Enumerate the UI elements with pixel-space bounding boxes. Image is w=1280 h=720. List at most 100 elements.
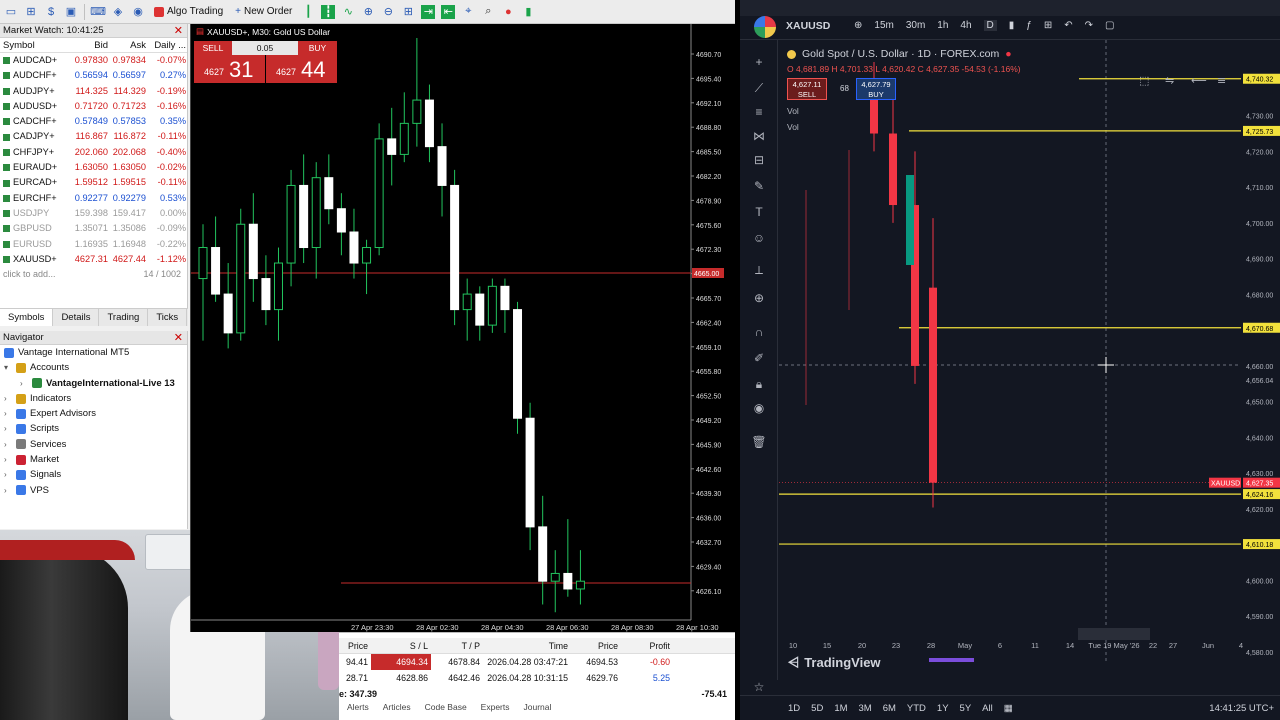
sell-price[interactable]: 4627 31 bbox=[194, 55, 265, 83]
market-watch-row[interactable]: AUDUSD+ 0.71720 0.71723 -0.16% bbox=[0, 99, 187, 114]
tf-1h[interactable]: 1h bbox=[937, 20, 948, 31]
lock-icon[interactable]: 🔒︎ bbox=[751, 376, 767, 392]
tf-4h[interactable]: 4h bbox=[960, 20, 971, 31]
range-button[interactable]: All bbox=[982, 703, 993, 714]
column-header[interactable]: Time bbox=[483, 638, 571, 653]
stop-loss[interactable]: 4694.34 bbox=[371, 654, 431, 670]
navigator-item[interactable]: › Services bbox=[0, 437, 187, 452]
signals-icon[interactable]: ◉ bbox=[131, 5, 145, 19]
column-header[interactable]: Symbol bbox=[0, 38, 72, 53]
market-watch-row[interactable]: CADJPY+ 116.867 116.872 -0.11% bbox=[0, 129, 187, 144]
pattern-icon[interactable]: ⋈ bbox=[751, 128, 767, 144]
tv-chart-canvas[interactable]: 4,740.32 4,730.00 4,725.73 4,720.00 4,710.00… bbox=[779, 40, 1280, 662]
line-chart-icon[interactable]: ∿ bbox=[341, 5, 355, 19]
text-icon[interactable]: T bbox=[751, 204, 767, 220]
market-icon[interactable]: $ bbox=[44, 5, 58, 19]
fib-icon[interactable]: ≡ bbox=[751, 104, 767, 120]
crosshair-icon[interactable]: ⌖ bbox=[461, 5, 475, 19]
market-watch-row[interactable]: CADCHF+ 0.57849 0.57853 0.35% bbox=[0, 114, 187, 129]
navigator-accounts[interactable]: ▾ Accounts bbox=[0, 360, 187, 375]
trend-line-icon[interactable]: ⟋ bbox=[751, 80, 767, 96]
market-watch-row[interactable]: EURCHF+ 0.92277 0.92279 0.53% bbox=[0, 191, 187, 206]
market-watch-row[interactable]: USDJPY 159.398 159.417 0.00% bbox=[0, 206, 187, 221]
algo-trading-button[interactable]: Algo Trading bbox=[151, 3, 226, 21]
new-order-button[interactable]: + New Order bbox=[232, 3, 295, 21]
navigator-item[interactable]: › Scripts bbox=[0, 421, 187, 436]
layout-icon[interactable]: ⊞ bbox=[1044, 20, 1052, 31]
zoom-icon[interactable]: ⊕ bbox=[751, 290, 767, 306]
toolbox-tab[interactable]: Experts bbox=[481, 702, 510, 712]
strategy-tester-icon[interactable]: ◈ bbox=[111, 5, 125, 19]
navigator-item[interactable]: › Indicators bbox=[0, 391, 187, 406]
trade-row[interactable]: 94.41 4694.34 4678.84 2026.04.28 03:47:21 46… bbox=[339, 654, 735, 670]
column-header[interactable]: Price bbox=[571, 638, 621, 653]
zoom-in-icon[interactable]: ⊕ bbox=[361, 5, 375, 19]
tf-d[interactable]: D bbox=[983, 20, 997, 31]
candles-icon[interactable]: ▮ bbox=[1009, 20, 1015, 31]
range-button[interactable]: 3M bbox=[859, 703, 872, 714]
indicators-icon[interactable]: ƒ bbox=[1026, 20, 1032, 31]
tab-details[interactable]: Details bbox=[53, 309, 100, 326]
magnet-icon[interactable]: ∩ bbox=[751, 324, 767, 340]
navigator-account[interactable]: › VantageInternational-Live 13 bbox=[0, 376, 187, 391]
market-watch-row[interactable]: EURUSD 1.16935 1.16948 -0.22% bbox=[0, 237, 187, 252]
tab-trading[interactable]: Trading bbox=[99, 309, 149, 326]
calendar-icon[interactable]: ▦ bbox=[1004, 703, 1013, 714]
toolbox-tab[interactable]: Journal bbox=[524, 702, 552, 712]
market-watch-row[interactable]: AUDCAD+ 0.97830 0.97834 -0.07% bbox=[0, 53, 187, 68]
range-button[interactable]: 5Y bbox=[960, 703, 972, 714]
market-watch-row[interactable]: XAUUSD+ 4627.31 4627.44 -1.12% bbox=[0, 252, 187, 267]
lot-size-input[interactable]: 0.05 bbox=[232, 41, 298, 55]
column-header[interactable]: S / L bbox=[371, 638, 431, 653]
browser-logo-icon[interactable] bbox=[754, 16, 776, 38]
market-watch-row[interactable]: AUDJPY+ 114.325 114.329 -0.19% bbox=[0, 84, 187, 99]
search-icon[interactable]: ⌕ bbox=[481, 5, 495, 19]
tab-symbols[interactable]: Symbols bbox=[0, 309, 54, 326]
undo-icon[interactable]: ↶ bbox=[1064, 20, 1072, 31]
navigator-root[interactable]: Vantage International MT5 bbox=[0, 345, 187, 360]
candle-chart-icon[interactable]: ┇ bbox=[321, 4, 336, 19]
ide-icon[interactable]: ⌨ bbox=[90, 5, 106, 19]
emoji-icon[interactable]: ☺ bbox=[751, 230, 767, 246]
eye-icon[interactable]: ◉ bbox=[751, 400, 767, 416]
tv-symbol-search[interactable]: XAUUSD bbox=[786, 20, 830, 32]
navigator-item[interactable]: › Market bbox=[0, 452, 187, 467]
column-header[interactable]: Bid bbox=[72, 38, 110, 53]
navigator-item[interactable]: › Signals bbox=[0, 467, 187, 482]
tradingview-logo[interactable]: ⩤ TradingView bbox=[788, 654, 881, 671]
ruler-icon[interactable]: ⟂ bbox=[751, 262, 767, 278]
column-header[interactable]: T / P bbox=[431, 638, 483, 653]
tv-sell-button[interactable]: 4,627.11 SELL bbox=[787, 78, 827, 100]
bar-chart-icon[interactable]: ┃ bbox=[301, 5, 315, 19]
tab-ticks[interactable]: Ticks bbox=[148, 309, 188, 326]
toolbox-tab[interactable]: Alerts bbox=[347, 702, 369, 712]
column-header[interactable]: Ask bbox=[110, 38, 148, 53]
chart-shift-icon[interactable]: ⇤ bbox=[441, 4, 456, 19]
market-watch-row[interactable]: EURCAD+ 1.59512 1.59515 -0.11% bbox=[0, 175, 187, 190]
auto-scroll-icon[interactable]: ⇥ bbox=[421, 4, 436, 19]
range-button[interactable]: YTD bbox=[907, 703, 926, 714]
trade-row[interactable]: 28.71 4628.86 4642.46 2026.04.28 10:31:15 46… bbox=[339, 670, 735, 686]
range-button[interactable]: 6M bbox=[883, 703, 896, 714]
tv-buy-button[interactable]: 4,627.79 BUY bbox=[856, 78, 896, 100]
range-button[interactable]: 1D bbox=[788, 703, 800, 714]
navigator-item[interactable]: › Expert Advisors bbox=[0, 406, 187, 421]
toolbox-tab[interactable]: Code Base bbox=[425, 702, 467, 712]
crosshair-tool-icon[interactable]: + bbox=[751, 54, 767, 70]
stop-loss[interactable]: 4628.86 bbox=[371, 670, 431, 686]
redo-icon[interactable]: ↷ bbox=[1085, 20, 1093, 31]
tf-15m[interactable]: 15m bbox=[874, 20, 893, 31]
add-symbol-icon[interactable]: ⊕ bbox=[854, 20, 862, 31]
trash-icon[interactable]: 🗑︎ bbox=[751, 434, 767, 450]
add-symbol-link[interactable]: click to add... bbox=[3, 267, 56, 282]
tile-windows-icon[interactable]: ⊞ bbox=[401, 5, 415, 19]
notifications-icon[interactable]: ● bbox=[501, 5, 515, 19]
column-header[interactable]: Price bbox=[339, 638, 371, 653]
sell-button[interactable]: SELL bbox=[194, 41, 232, 55]
market-watch-row[interactable]: CHFJPY+ 202.060 202.068 -0.40% bbox=[0, 145, 187, 160]
take-profit[interactable]: 4678.84 bbox=[431, 654, 483, 670]
range-button[interactable]: 1Y bbox=[937, 703, 949, 714]
range-button[interactable]: 1M bbox=[834, 703, 847, 714]
mt5-chart[interactable]: 4690.70 4695.40 4692.10 4688.80 4685.50 4682.… bbox=[190, 24, 735, 632]
market-watch-row[interactable]: AUDCHF+ 0.56594 0.56597 0.27% bbox=[0, 68, 187, 83]
